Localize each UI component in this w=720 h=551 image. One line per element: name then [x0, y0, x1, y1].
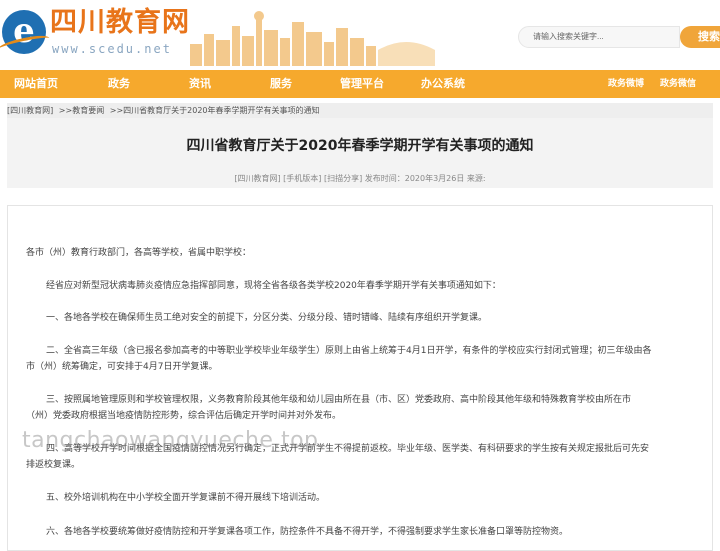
- paragraph-intro: 经省应对新型冠状病毒肺炎疫情应急指挥部同意，现将全省各级各类学校2020年春季学…: [46, 281, 501, 291]
- article-header: 四川省教育厅关于2020年春季学期开学有关事项的通知 [四川教育网] [手机版本…: [7, 118, 713, 188]
- site-logo-icon[interactable]: e: [2, 10, 46, 54]
- nav-item-services[interactable]: 服务: [270, 70, 292, 98]
- paragraph-item-5: 五、校外培训机构在中小学校全面开学复课前不得开展线下培训活动。: [46, 493, 326, 503]
- paragraph-item-6: 六、各地各学校要统筹做好疫情防控和开学复课各项工作，防控条件不具备不得开学，不得…: [46, 527, 569, 537]
- city-skyline-illustration: [190, 11, 435, 66]
- watermark: tangchaowangyueche.top: [22, 428, 319, 453]
- breadcrumb: [四川教育网] >>教育要闻 >>四川省教育厅关于2020年春季学期开学有关事项…: [7, 103, 713, 118]
- site-url: www.scedu.net: [52, 42, 172, 56]
- main-nav: 网站首页 政务 资讯 服务 管理平台 办公系统 政务微博 政务微信: [0, 70, 720, 98]
- nav-item-weibo[interactable]: 政务微博: [608, 70, 644, 98]
- nav-item-government[interactable]: 政务: [108, 70, 130, 98]
- article-body: 各市（州）教育行政部门，各高等学校，省属中职学校： 经省应对新型冠状病毒肺炎疫情…: [7, 205, 713, 551]
- breadcrumb-current-link[interactable]: >>四川省教育厅关于2020年春季学期开学有关事项的通知: [110, 106, 320, 115]
- breadcrumb-home-link[interactable]: [四川教育网]: [7, 106, 53, 115]
- nav-item-management[interactable]: 管理平台: [340, 70, 384, 98]
- nav-item-news[interactable]: 资讯: [189, 70, 211, 98]
- nav-item-home[interactable]: 网站首页: [14, 70, 58, 98]
- article-title: 四川省教育厅关于2020年春季学期开学有关事项的通知: [186, 138, 534, 154]
- article-meta: [四川教育网] [手机版本] [扫描分享] 发布时间：2020年3月26日 来源…: [234, 174, 486, 183]
- paragraph-item-3-line-1: 三、按照属地管理原则和学校管理权限，义务教育阶段其他年级和幼儿园由所在县（市、区…: [46, 395, 632, 405]
- paragraph-salutation: 各市（州）教育行政部门，各高等学校，省属中职学校：: [26, 248, 252, 258]
- paragraph-item-1: 一、各地各学校在确保师生员工绝对安全的前提下，分区分类、分级分段、错时错峰、陆续…: [46, 313, 488, 323]
- breadcrumb-news-link[interactable]: >>教育要闻: [59, 106, 104, 115]
- paragraph-item-3-line-2: （州）党委政府根据当地疫情防控形势，综合评估后确定开学时间并对外发布。: [26, 411, 342, 421]
- nav-item-wechat[interactable]: 政务微信: [660, 70, 696, 98]
- nav-item-office[interactable]: 办公系统: [421, 70, 465, 98]
- paragraph-item-2-line-2: 市（州）统筹确定，可安排于4月7日开学复课。: [26, 362, 218, 372]
- search-button[interactable]: 搜索: [680, 26, 720, 48]
- search-input[interactable]: 请输入搜索关键字...: [518, 26, 680, 48]
- paragraph-item-4-line-2: 排返校复课。: [26, 460, 81, 470]
- paragraph-item-2-line-1: 二、全省高三年级（含已报名参加高考的中等职业学校毕业年级学生）原则上由省上统筹于…: [46, 346, 652, 356]
- site-name[interactable]: 四川教育网: [50, 6, 190, 40]
- search-bar: 请输入搜索关键字... 搜索: [518, 26, 720, 48]
- site-header: e 四川教育网 www.scedu.net 请输入搜索关键字... 搜索: [0, 0, 720, 70]
